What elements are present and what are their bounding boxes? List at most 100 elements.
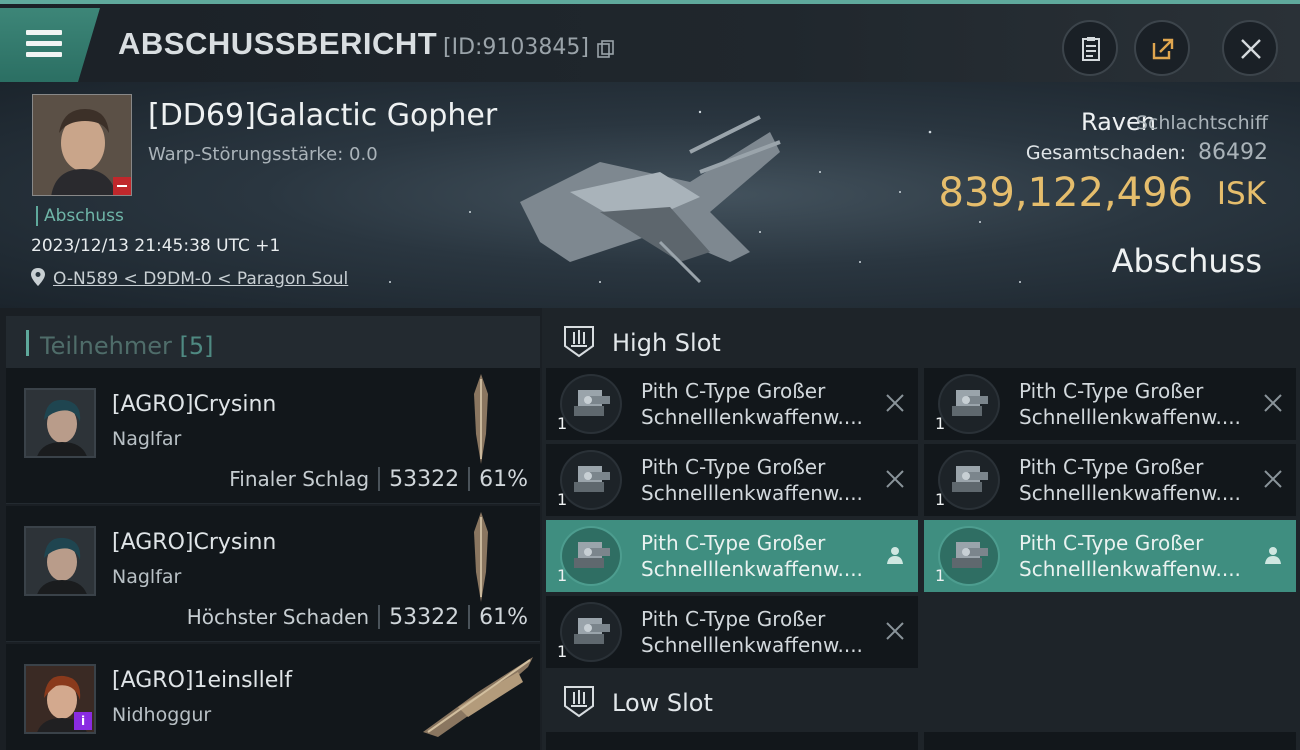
- share-icon: [1152, 38, 1174, 60]
- module-quantity: 1: [557, 566, 568, 585]
- module-icon: [938, 526, 1000, 586]
- module-icon: [560, 602, 622, 662]
- close-icon: [1241, 39, 1261, 59]
- module-icon: [560, 374, 622, 434]
- module-card[interactable]: 1 Pith C-Type Großer Schnelllenkwaffenw...…: [924, 520, 1296, 592]
- module-quantity: 1: [935, 490, 946, 509]
- module-icon: [938, 374, 1000, 434]
- participant-ship: Nidhoggur: [112, 704, 212, 726]
- module-icon: [938, 450, 1000, 510]
- participant-role: Höchster Schaden: [186, 605, 370, 629]
- participant-percent: 61%: [479, 605, 528, 630]
- destroyed-x-icon: [886, 394, 904, 412]
- module-name: Pith C-Type Großer: [1019, 379, 1204, 403]
- isk-value: 839,122,496: [938, 170, 1193, 216]
- low-slot-label: Low Slot: [612, 689, 713, 717]
- participant-row[interactable]: [AGRO]Crysinn Naglfar Finaler Schlag 5332…: [6, 368, 540, 504]
- destroyed-x-icon: [1264, 394, 1282, 412]
- high-slot-label: High Slot: [612, 329, 721, 357]
- module-quantity: 1: [935, 566, 946, 585]
- participant-damage: 53322: [389, 467, 460, 492]
- title-bar: ABSCHUSSBERICHT [ID:9103845]: [0, 0, 1300, 82]
- total-damage-value: 86492: [1198, 140, 1268, 165]
- kill-datetime: 2023/12/13 21:45:38 UTC +1: [31, 236, 281, 256]
- share-button[interactable]: [1134, 20, 1190, 76]
- dropped-person-icon: [887, 547, 903, 564]
- module-name-cont: Schnelllenkwaffenw....: [1019, 481, 1241, 505]
- module-card[interactable]: 1 Pith C-Type Großer Schnelllenkwaffenw...…: [546, 520, 918, 592]
- destroyed-x-icon: [886, 622, 904, 640]
- info-badge: i: [74, 712, 92, 730]
- participant-avatar[interactable]: [24, 526, 96, 596]
- copy-icon[interactable]: [597, 40, 615, 58]
- participants-title: Teilnehmer: [40, 332, 172, 360]
- module-quantity: 1: [557, 642, 568, 661]
- module-card[interactable]: 1 Pith C-Type Großer Schnelllenkwaffenw...…: [924, 444, 1296, 516]
- module-name-cont: Schnelllenkwaffenw....: [641, 481, 863, 505]
- status-badge: [113, 177, 131, 195]
- module-name: Pith C-Type Großer: [641, 379, 826, 403]
- participant-ship: Naglfar: [112, 566, 182, 588]
- module-card[interactable]: 1 Pith C-Type Großer Schnelllenkwaffenw...…: [924, 368, 1296, 440]
- participant-row[interactable]: [AGRO]Crysinn Naglfar Höchster Schaden 53…: [6, 506, 540, 642]
- dropped-person-icon: [1265, 547, 1281, 564]
- participant-avatar[interactable]: i: [24, 664, 96, 734]
- participant-role: Finaler Schlag: [229, 467, 370, 491]
- low-slot-header: Low Slot: [542, 672, 1300, 730]
- kill-tag: Abschuss: [36, 206, 124, 226]
- module-card-partial[interactable]: [924, 732, 1296, 750]
- module-name-cont: Schnelllenkwaffenw....: [1019, 405, 1241, 429]
- module-name-cont: Schnelllenkwaffenw....: [641, 557, 863, 581]
- menu-button[interactable]: [0, 8, 100, 82]
- module-card[interactable]: 1 Pith C-Type Großer Schnelllenkwaffenw...…: [546, 596, 918, 668]
- page-title: ABSCHUSSBERICHT: [118, 26, 438, 61]
- module-card[interactable]: 1 Pith C-Type Großer Schnelllenkwaffenw...…: [546, 368, 918, 440]
- module-name: Pith C-Type Großer: [641, 531, 826, 555]
- isk-unit: ISK: [1216, 176, 1266, 212]
- module-card[interactable]: 1 Pith C-Type Großer Schnelllenkwaffenw...…: [546, 444, 918, 516]
- module-name-cont: Schnelllenkwaffenw....: [1019, 557, 1241, 581]
- participant-ship-icon: [474, 374, 488, 464]
- module-name-cont: Schnelllenkwaffenw....: [641, 405, 863, 429]
- destroyed-x-icon: [886, 470, 904, 488]
- participant-name[interactable]: [AGRO]Crysinn: [112, 392, 276, 417]
- kill-type: Abschuss: [1111, 242, 1262, 280]
- participant-name[interactable]: [AGRO]Crysinn: [112, 530, 276, 555]
- location-link[interactable]: O-N589 < D9DM-0 < Paragon Soul: [53, 269, 348, 289]
- warp-strength: Warp-Störungsstärke: 0.0: [148, 144, 378, 165]
- menu-icon: [26, 30, 62, 58]
- participant-stats: Finaler Schlag 53322 61%: [229, 467, 528, 492]
- participant-avatar[interactable]: [24, 388, 96, 458]
- module-name: Pith C-Type Großer: [1019, 531, 1204, 555]
- fitting-panel: High Slot 1 Pith C-Type Großer Schnelllenk…: [542, 308, 1300, 750]
- participant-ship-icon: [423, 657, 533, 737]
- high-slot-header: High Slot: [542, 312, 1300, 370]
- destroyed-x-icon: [1264, 470, 1282, 488]
- participant-damage: 53322: [389, 605, 460, 630]
- module-quantity: 1: [557, 490, 568, 509]
- victim-portrait[interactable]: [32, 94, 132, 196]
- report-id: [ID:9103845]: [443, 35, 589, 60]
- module-icon: [560, 450, 622, 510]
- participant-row[interactable]: i [AGRO]1einsllelf Nidhoggur: [6, 644, 540, 750]
- module-card-partial[interactable]: [546, 732, 918, 750]
- victim-name[interactable]: [DD69]Galactic Gopher: [148, 98, 497, 133]
- module-name: Pith C-Type Großer: [641, 607, 826, 631]
- participant-percent: 61%: [479, 467, 528, 492]
- clipboard-button[interactable]: [1062, 20, 1118, 76]
- participants-count: [5]: [179, 332, 214, 360]
- participants-panel: Teilnehmer [5] [AGRO]Crysinn Naglfar Fin…: [0, 308, 542, 750]
- participant-name[interactable]: [AGRO]1einsllelf: [112, 668, 292, 693]
- module-quantity: 1: [935, 414, 946, 433]
- participant-stats: Höchster Schaden 53322 61%: [187, 605, 528, 630]
- participants-header: Teilnehmer [5]: [6, 316, 540, 372]
- ship-class: Schlachtschiff: [1135, 112, 1268, 134]
- module-name-cont: Schnelllenkwaffenw....: [641, 633, 863, 657]
- module-name: Pith C-Type Großer: [1019, 455, 1204, 479]
- module-icon: [560, 526, 622, 586]
- high-slot-icon: [564, 326, 594, 358]
- victim-ship-image: [520, 115, 781, 284]
- pin-icon: [31, 268, 45, 286]
- close-button[interactable]: [1222, 20, 1278, 76]
- clipboard-icon: [1082, 37, 1100, 61]
